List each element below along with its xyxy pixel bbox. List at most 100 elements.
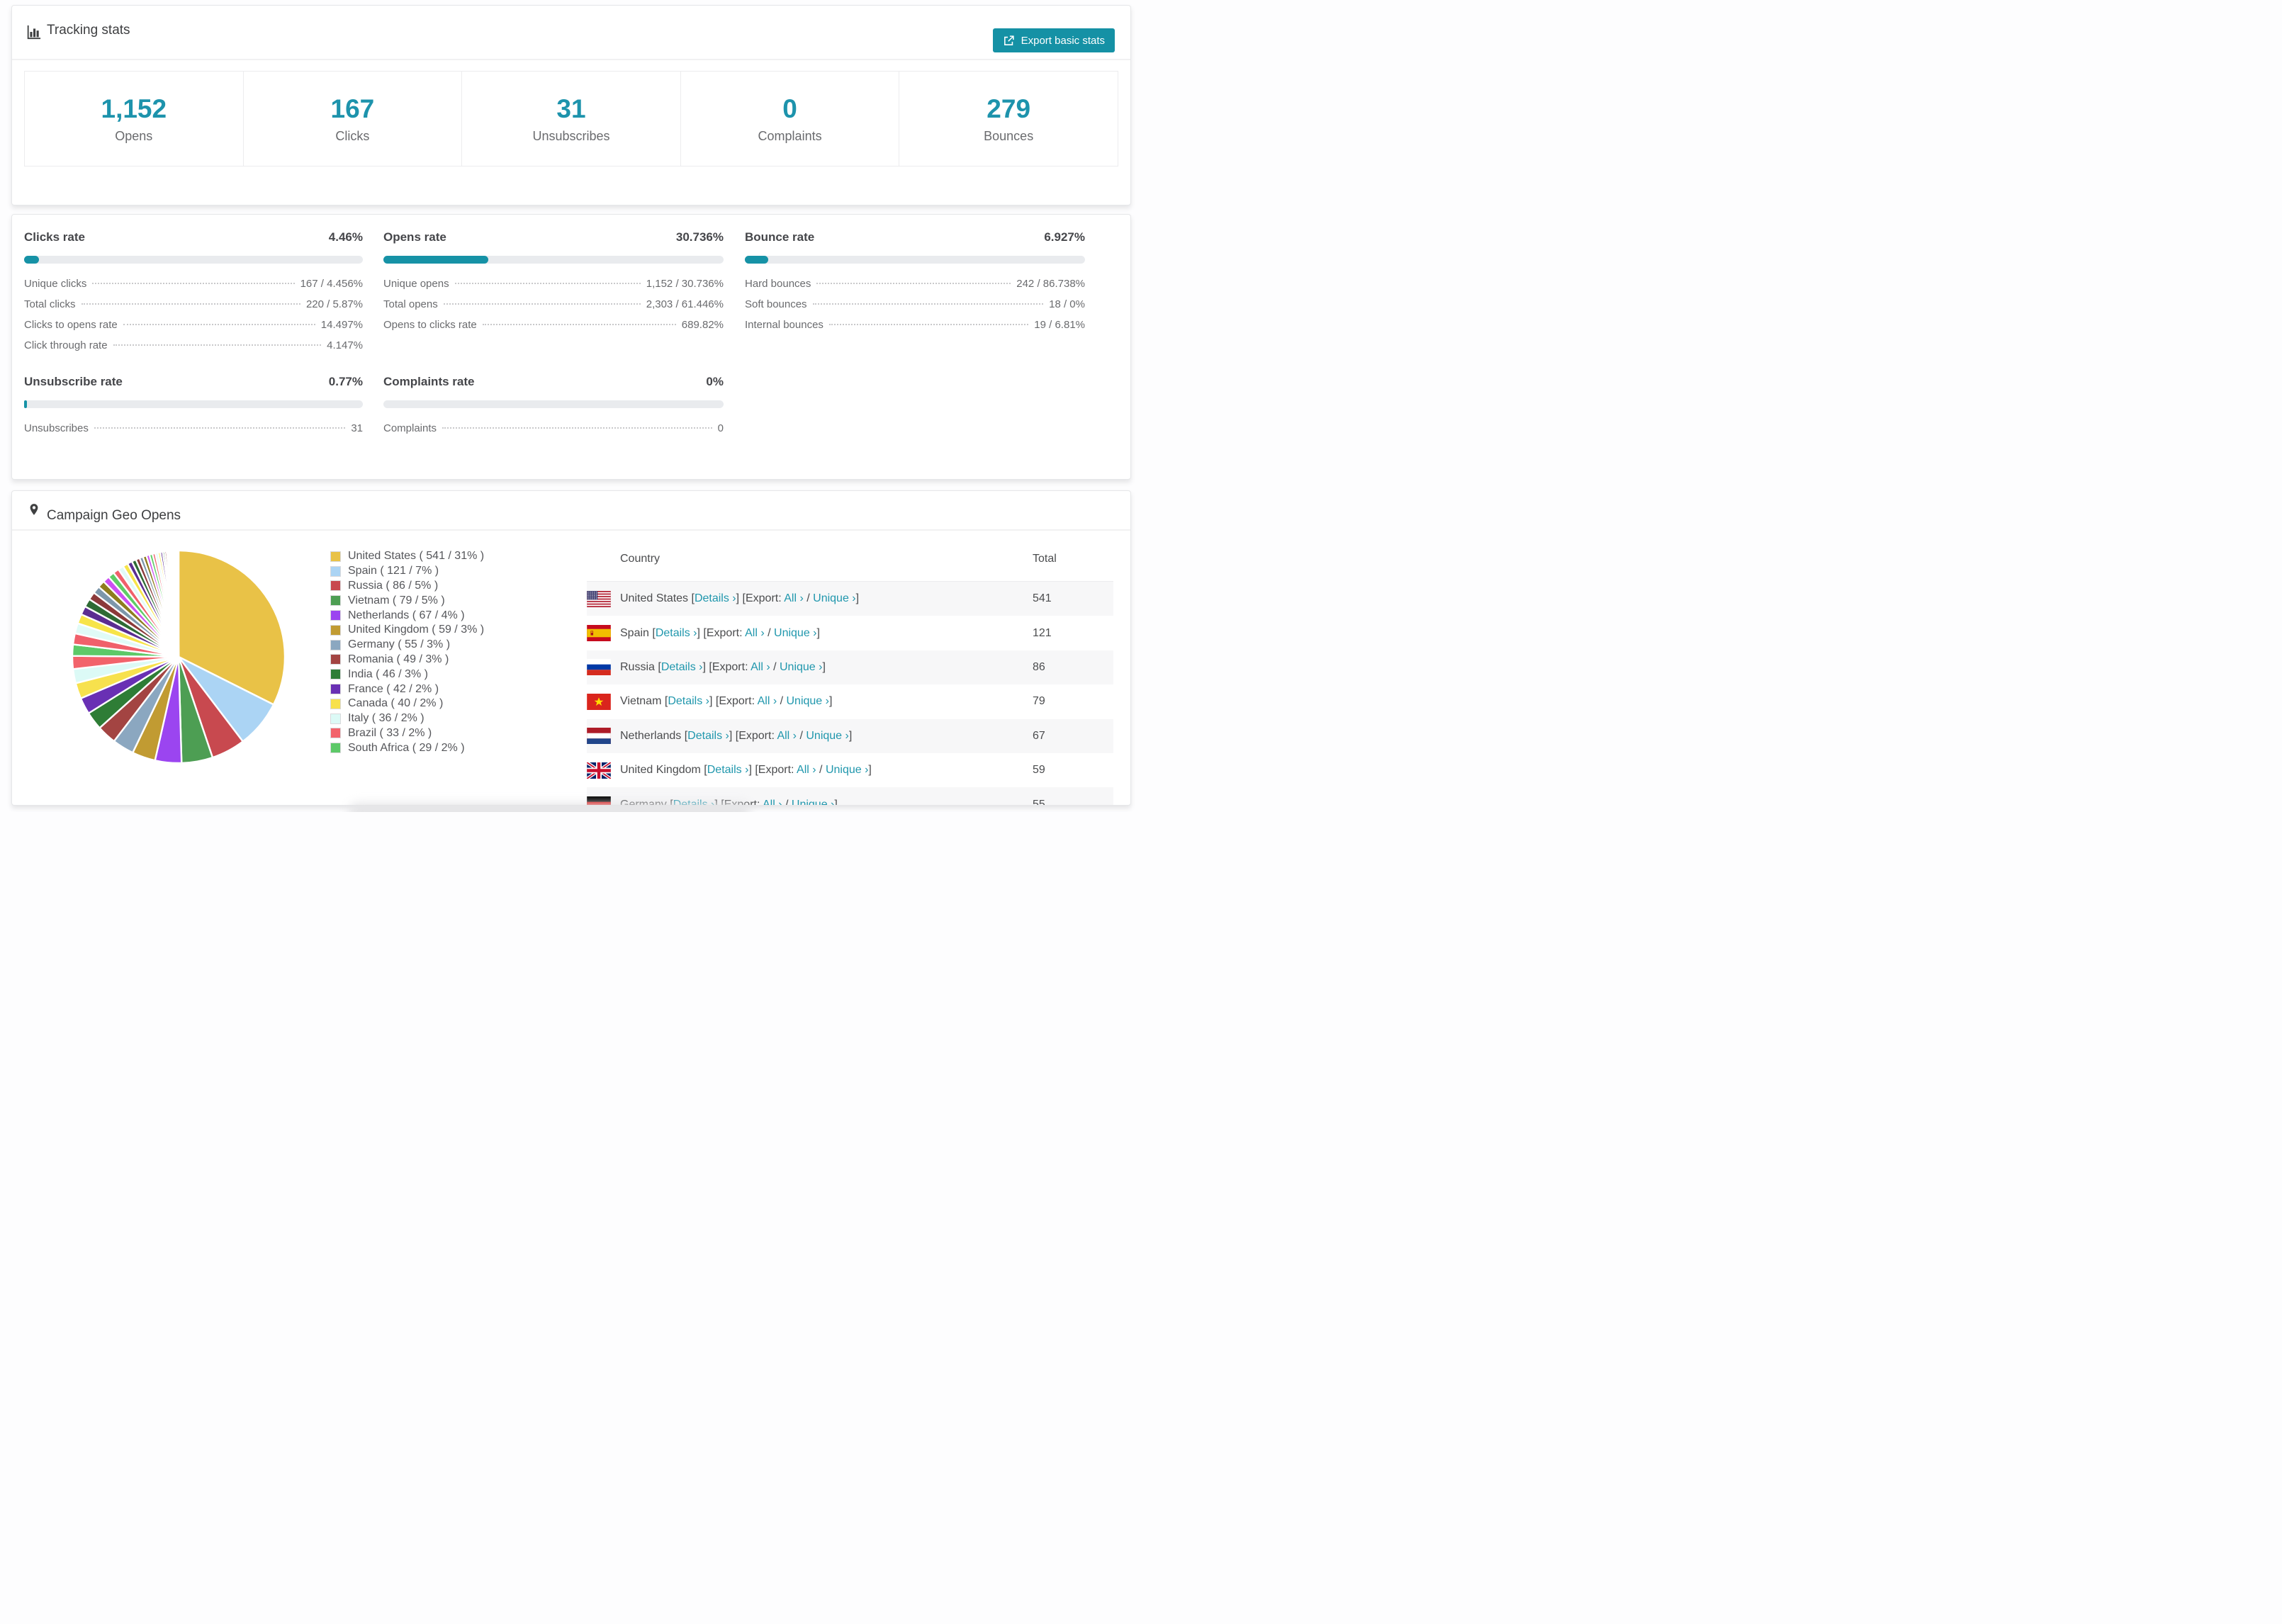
total-cell: 79: [1033, 695, 1045, 708]
stat-complaints-value: 0: [782, 94, 797, 123]
bracket-text: ]: [834, 798, 838, 806]
nl-flag-icon: [587, 728, 611, 745]
country-name: Netherlands: [620, 729, 685, 742]
legend-swatch: [330, 624, 341, 636]
details-link[interactable]: Details ›: [687, 730, 729, 742]
country-cell: Russia [Details ›] [Export: All › / Uniq…: [620, 661, 826, 674]
details-link[interactable]: Details ›: [707, 764, 749, 776]
map-pin-icon: [28, 501, 40, 518]
export-unique-link[interactable]: Unique ›: [780, 661, 822, 673]
bracket-text: ] [Export:: [702, 660, 751, 673]
rate-title: Opens rate: [383, 230, 446, 244]
pie-slice: [177, 549, 180, 658]
bracket-text: ]: [855, 592, 860, 605]
dotted-leader: [92, 283, 295, 284]
export-all-link[interactable]: All ›: [745, 627, 765, 639]
export-all-link[interactable]: All ›: [751, 661, 770, 673]
rate-title: Unsubscribe rate: [24, 375, 123, 388]
rate-progress-fill: [383, 256, 488, 264]
legend-item: Netherlands ( 67 / 4% ): [330, 608, 484, 623]
rate-value: 0%: [706, 375, 724, 388]
rate-progress-bar: [24, 400, 363, 408]
geo-table-row: United Kingdom [Details ›] [Export: All …: [587, 753, 1113, 787]
stat-unsubscribes: 31 Unsubscribes: [462, 72, 681, 166]
country-name: United States: [620, 592, 692, 605]
detail-value: 220 / 5.87%: [305, 298, 363, 310]
rate-progress-bar: [383, 256, 724, 264]
export-button-label: Export basic stats: [1021, 34, 1105, 47]
legend-label: Brazil ( 33 / 2% ): [348, 726, 432, 739]
geo-table-row: Vietnam [Details ›] [Export: All › / Uni…: [587, 684, 1113, 718]
export-basic-stats-button[interactable]: Export basic stats: [992, 28, 1115, 52]
export-unique-link[interactable]: Unique ›: [774, 627, 816, 639]
export-all-link[interactable]: All ›: [777, 730, 797, 742]
export-unique-link[interactable]: Unique ›: [813, 592, 855, 604]
legend-item: United Kingdom ( 59 / 3% ): [330, 623, 484, 638]
rate-detail-row: Total opens 2,303 / 61.446%: [383, 298, 724, 319]
legend-item: Spain ( 121 / 7% ): [330, 564, 484, 579]
rate-progress-fill: [745, 256, 769, 264]
export-unique-link[interactable]: Unique ›: [806, 730, 848, 742]
legend-item: Russia ( 86 / 5% ): [330, 579, 484, 594]
legend-swatch: [330, 669, 341, 680]
bracket-text: ] [Export:: [729, 729, 777, 742]
country-cell: United Kingdom [Details ›] [Export: All …: [620, 764, 872, 777]
geo-table-row: Spain [Details ›] [Export: All › / Uniqu…: [587, 616, 1113, 650]
details-link[interactable]: Details ›: [656, 627, 697, 639]
tracking-stats-header: Tracking stats Export basic stats: [12, 6, 1130, 60]
page-title: Tracking stats: [47, 23, 130, 38]
bracket-text: ]: [822, 660, 826, 673]
detail-value: 4.147%: [327, 339, 363, 351]
country-name: Spain: [620, 626, 653, 639]
legend-item: Canada ( 40 / 2% ): [330, 697, 484, 711]
bracket-text: ]: [848, 729, 853, 742]
column-header-country: Country: [620, 553, 661, 565]
ru-flag-icon: [587, 659, 611, 676]
dotted-leader: [816, 283, 1011, 284]
export-all-link[interactable]: All ›: [797, 764, 816, 776]
detail-value: 242 / 86.738%: [1016, 278, 1085, 290]
detail-value: 689.82%: [681, 319, 724, 331]
bar-chart-icon: [26, 24, 41, 40]
detail-value: 0: [717, 422, 724, 434]
stat-clicks-label: Clicks: [335, 128, 370, 143]
legend-swatch: [330, 595, 341, 607]
rate-detail-row: Total clicks 220 / 5.87%: [24, 298, 363, 319]
export-all-link[interactable]: All ›: [763, 799, 782, 805]
stat-opens-label: Opens: [115, 128, 153, 143]
stat-opens: 1,152 Opens: [25, 72, 244, 166]
detail-value: 1,152 / 30.736%: [646, 278, 724, 290]
detail-label: Unique opens: [383, 278, 449, 290]
export-unique-link[interactable]: Unique ›: [792, 799, 834, 805]
gb-flag-icon: [587, 762, 611, 779]
detail-label: Unique clicks: [24, 278, 87, 290]
export-all-link[interactable]: All ›: [784, 592, 804, 604]
bounce-rate-section: Bounce rate 6.927% Hard bounces 242 / 86.73…: [745, 230, 1085, 339]
total-cell: 59: [1033, 764, 1045, 777]
country-cell: United States [Details ›] [Export: All ›…: [620, 592, 859, 605]
export-unique-link[interactable]: Unique ›: [826, 764, 868, 776]
dotted-leader: [81, 303, 300, 305]
dotted-leader: [123, 324, 315, 325]
details-link[interactable]: Details ›: [661, 661, 703, 673]
column-header-total: Total: [1033, 553, 1057, 565]
bracket-text: ] [Export:: [709, 695, 758, 708]
bracket-text: ]: [868, 764, 872, 777]
legend-item: South Africa ( 29 / 2% ): [330, 740, 484, 755]
legend-item: Germany ( 55 / 3% ): [330, 638, 484, 653]
opens-rate-section: Opens rate 30.736% Unique opens 1,152 / 30.…: [383, 230, 724, 339]
legend-item: France ( 42 / 2% ): [330, 682, 484, 697]
rate-title: Complaints rate: [383, 375, 475, 388]
details-link[interactable]: Details ›: [668, 695, 709, 707]
stat-complaints-label: Complaints: [758, 128, 822, 143]
export-all-link[interactable]: All ›: [758, 695, 777, 707]
rate-progress-bar: [745, 256, 1085, 264]
details-link[interactable]: Details ›: [695, 592, 736, 604]
legend-swatch: [330, 551, 341, 562]
geo-header: Campaign Geo Opens: [12, 491, 1130, 531]
rates-card: Clicks rate 4.46% Unique clicks 167 / 4.456…: [11, 214, 1131, 480]
bracket-text: ] [Export:: [736, 592, 785, 605]
rate-detail-row: Hard bounces 242 / 86.738%: [745, 278, 1085, 298]
export-unique-link[interactable]: Unique ›: [787, 695, 829, 707]
detail-label: Total clicks: [24, 298, 76, 310]
